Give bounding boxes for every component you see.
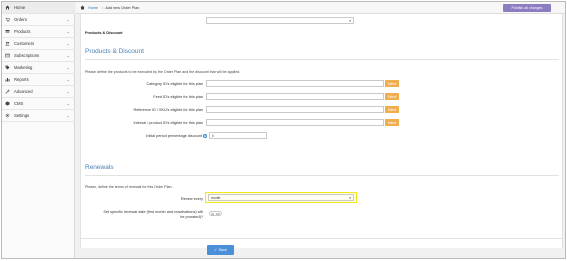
renewals-title: Renewals: [85, 164, 114, 171]
products-description: Please define the products to be execute…: [85, 70, 241, 74]
breadcrumb-separator: /: [102, 5, 104, 10]
products-discount-title: Products & Discount: [85, 48, 144, 55]
chevron-down-icon: ⌄: [66, 113, 70, 118]
specific-date-label: Set specific renewal date (first month a…: [83, 210, 203, 220]
save-button[interactable]: ✓ Save: [207, 245, 234, 255]
specific-date-label-line2: be prorated)?: [180, 215, 203, 219]
sidebar-item-subscriptions[interactable]: Subscriptions ⌄: [2, 50, 75, 62]
sidebar-item-label: Orders: [14, 17, 27, 22]
category-ids-label: Category ID's eligible for this plan: [146, 82, 203, 86]
renewals-description: Please, define the terms of renewal for …: [85, 185, 173, 189]
breadcrumb-home-link[interactable]: Home: [88, 6, 98, 10]
cart-icon: [5, 17, 10, 22]
sidebar-item-label: Home: [14, 5, 26, 10]
chevron-down-icon: ⌄: [66, 101, 70, 106]
sidebar-item-products[interactable]: Products ⌄: [2, 26, 75, 38]
chart-icon: [5, 77, 10, 82]
sidebar-item-label: Subscriptions: [14, 53, 40, 58]
category-ids-input[interactable]: [206, 80, 384, 87]
divider: [81, 238, 562, 239]
chevron-down-icon: ▾: [349, 196, 351, 200]
sidebar-item-label: Settings: [14, 113, 30, 118]
chevron-down-icon: ⌄: [66, 77, 70, 82]
discount-input[interactable]: 0: [209, 132, 267, 139]
chevron-down-icon: ⌄: [66, 17, 70, 22]
products-discount-subtitle: Products & Discount: [85, 31, 123, 35]
feed-ids-input[interactable]: [206, 93, 384, 100]
category-select-button[interactable]: Select: [385, 80, 399, 87]
wrench-icon: [5, 89, 10, 94]
sidebar-item-orders[interactable]: Orders ⌄: [2, 14, 75, 26]
discount-label: Initial period percentage discount: [146, 134, 202, 138]
sidebar-item-reports[interactable]: Reports ⌄: [2, 74, 75, 86]
sidebar-item-advanced[interactable]: Advanced ⌄: [2, 86, 75, 98]
subscriptions-icon: [5, 53, 10, 58]
discount-label-row: Initial period percentage discount?: [91, 134, 207, 138]
sidebar-item-label: Reports: [14, 77, 29, 82]
sidebar-item-label: Products: [14, 29, 31, 34]
sidebar-item-home[interactable]: Home: [2, 2, 75, 14]
sidebar-item-marketing[interactable]: Marketing ⌄: [2, 62, 75, 74]
sidebar-item-customers[interactable]: Customers ⌄: [2, 38, 75, 50]
reference-select-button[interactable]: Select: [385, 106, 399, 113]
feed-ids-label: Feed ID's eligible for this plan: [153, 95, 203, 99]
internal-ids-label: Internal / product ID's eligible for thi…: [133, 121, 203, 125]
breadcrumb-current: Add new Order Plan: [105, 5, 140, 10]
status-select[interactable]: ▾: [206, 17, 354, 24]
chevron-down-icon: ⌄: [66, 41, 70, 46]
app-window: Home Orders ⌄ Products ⌄ Customers ⌄ Sub…: [1, 1, 566, 259]
feed-select-button[interactable]: Select: [385, 93, 399, 100]
reference-ids-input[interactable]: [206, 106, 384, 113]
chevron-down-icon: ⌄: [66, 89, 70, 94]
internal-select-button[interactable]: Select: [385, 119, 399, 126]
sidebar-item-label: Marketing: [14, 65, 33, 70]
publish-all-changes-button[interactable]: Publish all changes: [503, 4, 551, 12]
products-icon: [5, 29, 10, 34]
renew-every-label: Renew every: [180, 197, 203, 201]
internal-ids-input[interactable]: [206, 119, 384, 126]
sidebar-item-label: Customers: [14, 41, 35, 46]
reference-ids-label: Reference ID / SKU's eligible for this p…: [133, 108, 203, 112]
form-panel: Status ▾ Products & Discount Products & …: [80, 14, 563, 255]
breadcrumb: Home / Add new Order Plan Publish all ch…: [76, 2, 565, 14]
check-icon: ✓: [214, 248, 218, 252]
sidebar: Home Orders ⌄ Products ⌄ Customers ⌄ Sub…: [2, 2, 75, 258]
toggle-knob: [210, 212, 214, 216]
cms-icon: [5, 101, 10, 106]
sidebar-item-cms[interactable]: CMS ⌄: [2, 98, 75, 110]
users-icon: [5, 41, 10, 46]
toggle-value: NO: [215, 211, 220, 216]
home-icon: [5, 5, 10, 10]
gear-icon: [5, 113, 10, 118]
renew-every-select[interactable]: month ▾: [208, 194, 354, 201]
main-content: Status ▾ Products & Discount Products & …: [76, 14, 565, 258]
sidebar-item-label: CMS: [14, 101, 24, 106]
chevron-down-icon: ▾: [349, 19, 351, 23]
divider: [85, 59, 559, 60]
renew-every-value: month: [211, 195, 221, 200]
sidebar-item-label: Advanced: [14, 89, 33, 94]
save-label: Save: [218, 248, 227, 252]
tag-icon: [5, 65, 10, 70]
chevron-down-icon: ⌄: [66, 65, 70, 70]
sidebar-item-settings[interactable]: Settings ⌄: [2, 110, 75, 122]
chevron-down-icon: ⌄: [66, 29, 70, 34]
chevron-down-icon: ⌄: [66, 53, 70, 58]
specific-date-toggle[interactable]: NO: [209, 211, 222, 216]
info-icon[interactable]: ?: [203, 134, 207, 138]
home-icon[interactable]: [80, 5, 85, 10]
divider: [85, 175, 559, 176]
